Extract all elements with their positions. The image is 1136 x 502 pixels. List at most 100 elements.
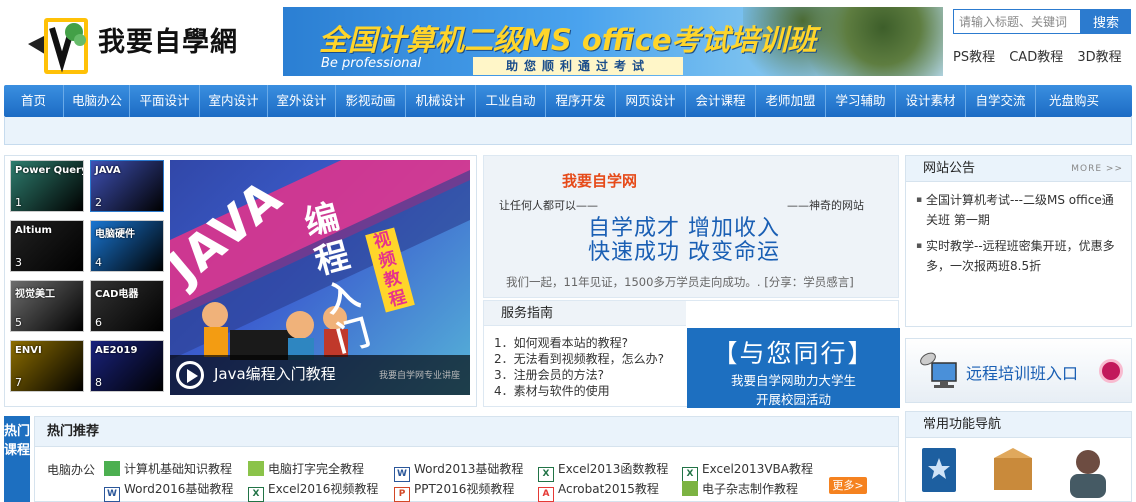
thumb-number: 2	[95, 196, 102, 209]
search-button[interactable]: 搜索	[1081, 9, 1131, 34]
computer-icon	[104, 461, 120, 476]
site-logo[interactable]: 我要自學網	[6, 8, 256, 76]
notice-more-link[interactable]: MORE >>	[1071, 156, 1123, 182]
thumb-label: CAD电器	[95, 289, 139, 300]
intro-right-tag: ——神奇的网站	[787, 199, 864, 212]
thumb-number: 6	[95, 316, 102, 329]
hot-course-link[interactable]: A Acrobat2015教程	[538, 480, 659, 502]
intro-slogan-2: 快速成功 改变命运	[588, 240, 780, 265]
search-input[interactable]	[953, 9, 1081, 34]
hot-course-label: 电子杂志制作教程	[702, 482, 799, 496]
hot-course-label: Excel2013函数教程	[558, 462, 669, 476]
hot-course-label: Word2013基础教程	[414, 462, 524, 476]
play-icon[interactable]	[176, 361, 204, 389]
remote-training-label: 远程培训班入口	[966, 364, 1079, 383]
guide-item[interactable]: 2．无法看到视频教程，怎么办?	[494, 351, 664, 367]
hot-course-link[interactable]: W Word2013基础教程	[394, 460, 523, 482]
thumb-label: Altium	[15, 225, 52, 236]
carousel-thumb[interactable]: JAVA 2	[90, 160, 164, 212]
nav-item[interactable]: 程序开发	[546, 85, 616, 117]
satellite-computer-icon	[920, 352, 957, 388]
hot-course-link[interactable]: 电子杂志制作教程	[682, 480, 798, 497]
carousel-slide[interactable]: JAVA 编程入门 视频教程 Java编程入门教程 我要自学网专业讲座	[170, 160, 470, 395]
intro-left-tag: 让任何人都可以——	[499, 199, 598, 212]
carousel-thumb[interactable]: 电脑硬件 4	[90, 220, 164, 272]
carousel-thumb[interactable]: Power Query 1	[10, 160, 84, 212]
guide-list: 1．如何观看本站的教程? 2．无法看到视频教程，怎么办? 3．注册会员的方法? …	[494, 335, 664, 399]
carousel-thumb[interactable]: Altium 3	[10, 220, 84, 272]
hot-category: 电脑办公	[47, 463, 96, 477]
banner-title: 全国计算机二级MS office考试培训班	[319, 23, 817, 57]
remote-training-entry[interactable]: 远程培训班入口	[905, 338, 1132, 403]
notice-item[interactable]: 全国计算机考试---二级MS office通关班 第一期	[916, 190, 1121, 230]
hot-course-link[interactable]: W Word2016基础教程	[104, 480, 233, 502]
thumb-label: 电脑硬件	[95, 229, 135, 240]
service-guide: 服务指南 1．如何观看本站的教程? 2．无法看到视频教程，怎么办? 3．注册会员…	[483, 300, 900, 408]
nav-item[interactable]: 设计素材	[896, 85, 966, 117]
campus-banner-line2: 开展校园活动	[755, 392, 831, 407]
campus-banner-title: 【与您同行】	[712, 339, 875, 368]
nav-item[interactable]: 工业自动	[476, 85, 546, 117]
function-nav: 常用功能导航	[905, 411, 1132, 502]
powerpoint-icon: P	[394, 487, 410, 502]
nav-item[interactable]: 自学交流	[966, 85, 1036, 117]
nav-item[interactable]: 光盘购买	[1036, 85, 1112, 117]
guide-item[interactable]: 1．如何观看本站的教程?	[494, 335, 664, 351]
nav-item[interactable]: 老师加盟	[756, 85, 826, 117]
hot-course-label: PPT2016视频教程	[414, 482, 515, 496]
carousel-thumb[interactable]: 视觉美工 5	[10, 280, 84, 332]
campus-banner[interactable]: 【与您同行】 我要自学网助力大学生 开展校园活动	[687, 328, 900, 408]
notice-title: 网站公告	[923, 161, 976, 176]
go-arrow-icon	[1099, 359, 1123, 383]
intro-site-name: 我要自学网	[562, 172, 638, 190]
hot-course-link[interactable]: 计算机基础知识教程	[104, 460, 232, 477]
nav-item[interactable]: 室外设计	[268, 85, 336, 117]
nav-item[interactable]: 首页	[4, 85, 64, 117]
logo-text: 我要自學網	[98, 27, 238, 58]
header-banner[interactable]: 全国计算机二级MS office考试培训班 Be professional 助您…	[283, 7, 943, 76]
thumb-label: Power Query	[15, 165, 84, 176]
carousel-thumb[interactable]: AE2019 8	[90, 340, 164, 392]
site-notice: 网站公告 MORE >> 全国计算机考试---二级MS office通关班 第一…	[905, 155, 1132, 327]
hot-course-link[interactable]: 电脑打字完全教程	[248, 460, 364, 477]
nav-item[interactable]: 会计课程	[686, 85, 756, 117]
nav-item[interactable]: 平面设计	[130, 85, 200, 117]
excel-icon: X	[248, 487, 264, 502]
thumb-number: 7	[15, 376, 22, 389]
quick-link-3d[interactable]: 3D教程	[1077, 50, 1121, 65]
word-icon: W	[104, 487, 120, 502]
hot-course-link[interactable]: X Excel2013函数教程	[538, 460, 668, 482]
function-nav-title: 常用功能导航	[906, 412, 1131, 438]
carousel-thumb[interactable]: ENVI 7	[10, 340, 84, 392]
guide-item[interactable]: 4．素材与软件的使用	[494, 383, 664, 399]
hot-course-label: 电脑打字完全教程	[268, 462, 365, 476]
acrobat-icon: A	[538, 487, 554, 502]
hot-course-link[interactable]: P PPT2016视频教程	[394, 480, 514, 502]
nav-item[interactable]: 影视动画	[336, 85, 406, 117]
thumb-number: 5	[15, 316, 22, 329]
hot-course-label: Excel2016视频教程	[268, 482, 379, 496]
nav-item[interactable]: 机械设计	[406, 85, 476, 117]
nav-item[interactable]: 室内设计	[200, 85, 268, 117]
nav-item[interactable]: 学习辅助	[826, 85, 896, 117]
hot-course-label: Word2016基础教程	[124, 482, 234, 496]
quick-link-ps[interactable]: PS教程	[953, 50, 995, 65]
carousel-thumb[interactable]: CAD电器 6	[90, 280, 164, 332]
quick-link-cad[interactable]: CAD教程	[1009, 50, 1063, 65]
hot-course-link[interactable]: X Excel2016视频教程	[248, 480, 378, 502]
thumb-number: 1	[15, 196, 22, 209]
function-nav-icons	[922, 448, 1106, 498]
hot-recommend-title: 热门推荐	[35, 417, 898, 447]
hot-course-link[interactable]: X Excel2013VBA教程	[682, 460, 813, 482]
banner-subtitle: Be professional	[321, 56, 422, 71]
thumb-label: ENVI	[15, 345, 42, 356]
quick-links: PS教程 CAD教程 3D教程	[953, 46, 1132, 65]
guide-item[interactable]: 3．注册会员的方法?	[494, 367, 664, 383]
banner-strip: 助您顺利通过考试	[473, 57, 683, 75]
intro-footer[interactable]: 我们一起，11年见证，1500多万学员走向成功。. [分享：学员感言]	[506, 274, 854, 290]
notice-item[interactable]: 实时教学--远程班密集开班，优惠多多，一次报两班8.5折	[916, 236, 1121, 276]
nav-item[interactable]: 网页设计	[616, 85, 686, 117]
nav-item[interactable]: 电脑办公	[64, 85, 130, 117]
more-button[interactable]: 更多>	[829, 477, 867, 494]
slide-caption-bar: Java编程入门教程 我要自学网专业讲座	[170, 355, 470, 395]
